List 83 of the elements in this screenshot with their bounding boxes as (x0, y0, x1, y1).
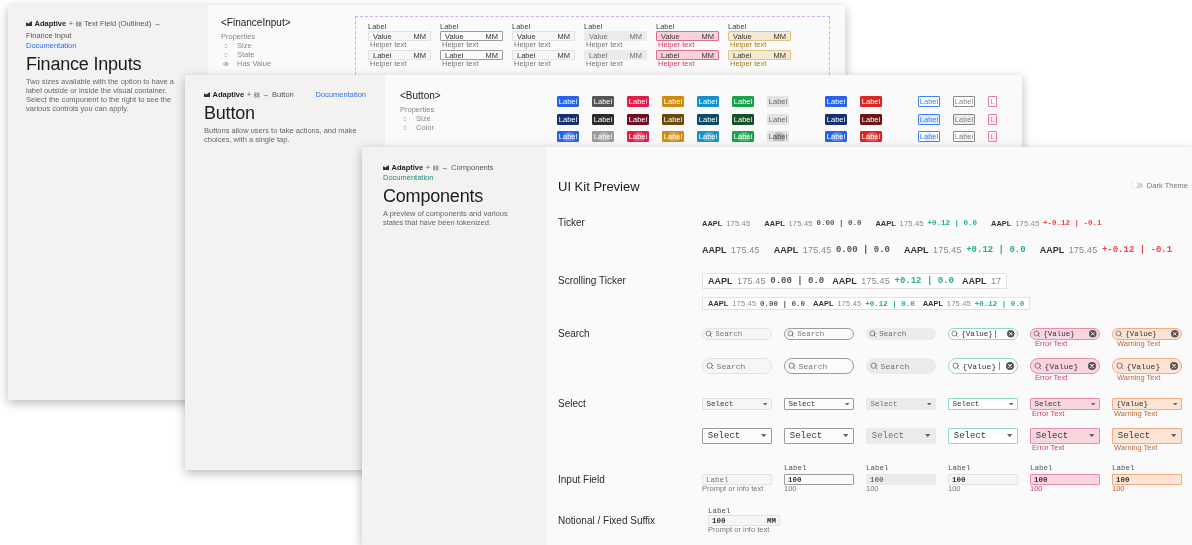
ticker-change: +0.12 | 0.0 (894, 276, 954, 286)
ticker-price: 175.45 (933, 245, 962, 255)
caret-icon (762, 402, 768, 406)
section-title: Notional / Fixed Suffix (558, 514, 657, 526)
component-icon (75, 20, 82, 27)
ticker-symbol: AAPL (1039, 245, 1065, 255)
caret-icon (1006, 434, 1013, 438)
select-field[interactable]: Select (866, 428, 936, 444)
search-icon (787, 330, 795, 338)
search-icon (1033, 330, 1041, 338)
logo-icon (204, 92, 210, 97)
ticker-price: 175.45 (731, 245, 760, 255)
logo-icon (26, 21, 32, 26)
caret-icon (926, 402, 932, 406)
search-icon (952, 362, 961, 370)
ticker-symbol: AAPL (961, 276, 987, 286)
text-cursor (994, 330, 996, 338)
ticker-symbol: AAPL (832, 276, 857, 286)
preview-title: UI Kit Preview (558, 179, 640, 195)
search-icon (705, 330, 713, 338)
text-cursor (998, 362, 1000, 370)
search-field[interactable]: {Value} (1030, 358, 1100, 374)
ticker-symbol: AAPL (904, 245, 929, 255)
search-field[interactable]: {Value} (1112, 358, 1182, 374)
select-field[interactable]: Select (1112, 428, 1182, 444)
section-title: Scrolling Ticker (558, 274, 627, 288)
clear-icon[interactable] (1007, 330, 1015, 338)
ticker-price: 175.45 (861, 276, 890, 286)
ticker-price: 17 (990, 276, 1002, 286)
search-icon (870, 362, 879, 370)
component-name: <FinanceInput> (221, 17, 292, 29)
clear-icon[interactable] (1169, 362, 1178, 370)
caret-icon (1008, 402, 1014, 406)
caret-icon (1090, 402, 1096, 406)
component-icon (432, 164, 439, 171)
caret-icon (1170, 434, 1177, 438)
ticker-change: 0.00 | 0.0 (770, 276, 825, 286)
search-field[interactable]: Search (784, 358, 854, 374)
page-title: Components (383, 186, 485, 206)
caret-icon (760, 434, 767, 438)
ticker-change: 0.00 | 0.0 (835, 245, 890, 255)
ticker-change: +-0.12 | -0.1 (1101, 245, 1173, 255)
search-input[interactable]: Search (798, 361, 850, 371)
section-title: Input Field (558, 473, 606, 485)
ticker-change: +0.12 | 0.0 (966, 245, 1026, 255)
search-icon (951, 330, 959, 338)
clear-icon[interactable] (1089, 330, 1097, 338)
ticker-symbol: AAPL (702, 245, 727, 255)
search-icon (706, 362, 715, 370)
caret-icon (1172, 402, 1178, 406)
page-title: Button (204, 103, 256, 123)
search-input[interactable]: Search (716, 361, 768, 371)
component-name: <Button> (400, 90, 442, 102)
ticker-symbol: AAPL (773, 245, 799, 255)
select-field[interactable]: Select (702, 428, 772, 444)
search-field[interactable]: {Value} (948, 358, 1018, 374)
select-field[interactable]: Select (1030, 428, 1100, 444)
toggle-switch[interactable] (1132, 182, 1143, 188)
search-icon (869, 330, 877, 338)
select-field[interactable]: Select (948, 428, 1018, 444)
ticker-price: 175.45 (1068, 245, 1098, 255)
ticker-price: 175.45 (737, 276, 766, 286)
search-icon (1115, 330, 1123, 338)
search-input[interactable]: Search (880, 361, 932, 371)
caret-icon (924, 434, 931, 438)
page-title: Finance Inputs (26, 53, 143, 74)
ticker-price: 175.45 (802, 245, 832, 255)
search-icon (788, 362, 797, 370)
clear-icon[interactable] (1005, 362, 1014, 370)
section-title: Ticker (558, 217, 586, 229)
section-title: Select (558, 398, 587, 410)
search-icon (1116, 362, 1125, 370)
ticker-symbol: AAPL (708, 276, 733, 286)
search-icon (1034, 362, 1043, 370)
select-field[interactable]: Select (784, 428, 854, 444)
component-icon (253, 91, 260, 98)
section-title: Search (558, 328, 591, 340)
clear-icon[interactable] (1171, 330, 1179, 338)
caret-icon (842, 434, 849, 438)
caret-icon (1088, 434, 1095, 438)
logo-icon (383, 165, 389, 170)
clear-icon[interactable] (1087, 362, 1096, 370)
caret-icon (844, 402, 850, 406)
